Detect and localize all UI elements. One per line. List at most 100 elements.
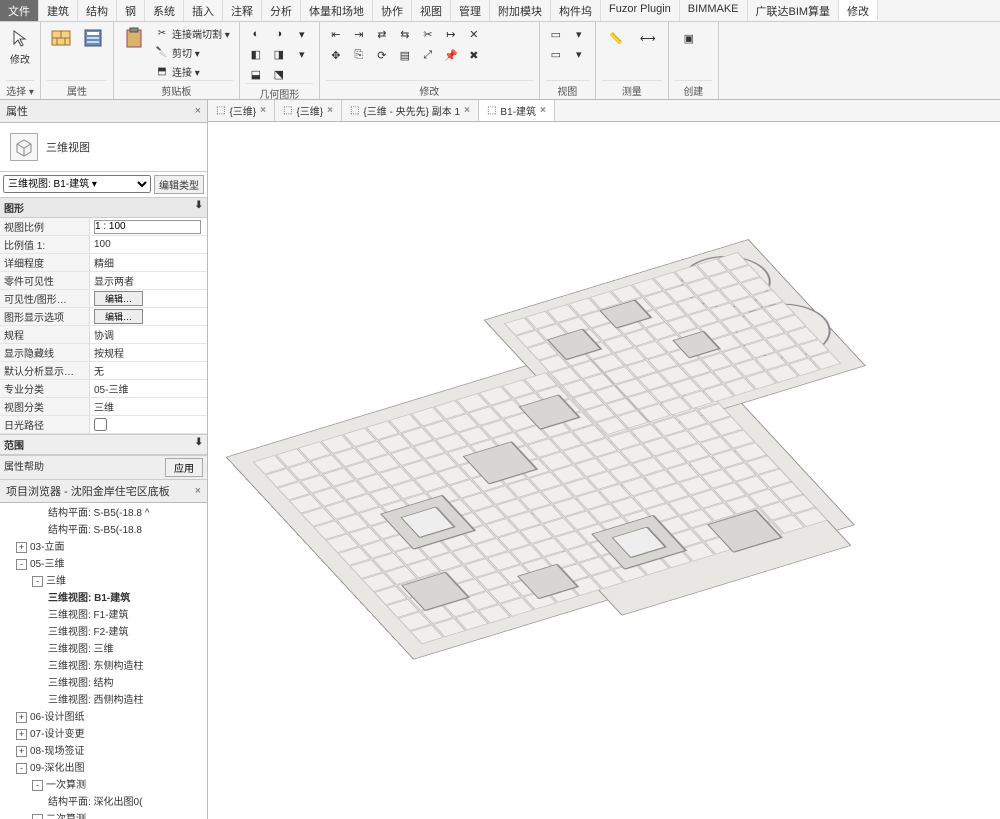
offset-button[interactable]: ⇥ (349, 25, 369, 43)
rotate-button[interactable]: ⟳ (372, 46, 392, 64)
tree-item[interactable]: 三维视图: B1-建筑 (0, 588, 207, 605)
geom-tool-4[interactable]: ◧ (246, 45, 266, 63)
paste-button[interactable] (120, 25, 148, 51)
cut-end-button[interactable]: ✂连接端切割 ▾ (152, 25, 233, 42)
ribbon-tab-6[interactable]: 注释 (223, 0, 262, 21)
model-canvas[interactable] (208, 122, 1000, 819)
tree-item[interactable]: 三维视图: 东侧构造柱 (0, 656, 207, 673)
ribbon-tab-7[interactable]: 分析 (262, 0, 301, 21)
ribbon-tab-0[interactable]: 文件 (0, 0, 39, 21)
trim-button[interactable]: ✂ (418, 25, 438, 43)
tree-item[interactable]: 三维视图: 结构 (0, 673, 207, 690)
ribbon-tab-14[interactable]: Fuzor Plugin (601, 0, 680, 21)
tree-item[interactable]: +07-设计变更 (0, 724, 207, 741)
tree-item[interactable]: 三维视图: 三维 (0, 639, 207, 656)
prop-value[interactable] (90, 418, 207, 431)
geom-tool-7[interactable]: ⬓ (246, 65, 266, 83)
close-icon[interactable]: × (260, 105, 266, 116)
geom-tool-1[interactable]: ◐ (246, 25, 266, 43)
ribbon-tab-11[interactable]: 管理 (451, 0, 490, 21)
tree-item[interactable]: -三维 (0, 571, 207, 588)
prop-value[interactable]: 100 (90, 239, 207, 250)
extend-button[interactable]: ↦ (441, 25, 461, 43)
mirror-draw-button[interactable]: ⇆ (395, 25, 415, 43)
tree-item[interactable]: 结构平面: 深化出图0( (0, 792, 207, 809)
prop-value[interactable]: 精细 (90, 255, 207, 270)
collapse-icon[interactable]: - (16, 559, 27, 570)
expand-icon[interactable]: + (16, 746, 27, 757)
delete-button[interactable]: ✖ (464, 46, 484, 64)
expand-icon[interactable]: + (16, 542, 27, 553)
view-tool-2[interactable]: ▾ (569, 25, 589, 43)
ribbon-tab-4[interactable]: 系统 (145, 0, 184, 21)
prop-value[interactable]: 协调 (90, 327, 207, 342)
collapse-icon[interactable]: - (32, 780, 43, 791)
close-icon[interactable]: × (195, 485, 201, 497)
ribbon-tab-2[interactable]: 结构 (78, 0, 117, 21)
collapse-icon[interactable]: - (32, 576, 43, 587)
tree-item[interactable]: -05-三维 (0, 554, 207, 571)
prop-value[interactable]: 编辑… (90, 291, 207, 306)
tree-item[interactable]: -09-深化出图 (0, 758, 207, 775)
prop-value[interactable]: 编辑… (90, 309, 207, 324)
prop-value[interactable]: 无 (90, 363, 207, 378)
tree-item[interactable]: +06-设计图纸 (0, 707, 207, 724)
tree-item[interactable]: 结构平面: S-B5(-18.8 ^ (0, 503, 207, 520)
tree-item[interactable]: 三维视图: F2-建筑 (0, 622, 207, 639)
prop-value[interactable] (90, 220, 207, 234)
view-tab-2[interactable]: ⬚{三维 - 央先先} 副本 1× (342, 100, 479, 121)
close-icon[interactable]: × (540, 105, 546, 116)
ribbon-tab-10[interactable]: 视图 (412, 0, 451, 21)
ribbon-tab-9[interactable]: 协作 (373, 0, 412, 21)
close-icon[interactable]: × (327, 105, 333, 116)
ribbon-tab-16[interactable]: 广联达BIM算量 (748, 0, 840, 21)
prop-value[interactable]: 按规程 (90, 345, 207, 360)
ribbon-tab-15[interactable]: BIMMAKE (680, 0, 748, 21)
expand-icon[interactable]: + (16, 712, 27, 723)
geom-tool-8[interactable]: ⬔ (269, 65, 289, 83)
type-properties-button[interactable] (79, 25, 107, 51)
scale-button[interactable]: ⤢ (418, 46, 438, 64)
create-button[interactable]: ▣ (675, 25, 703, 51)
prop-section-graphics[interactable]: 图形⬇ (0, 198, 207, 218)
view-tab-3[interactable]: ⬚B1-建筑× (479, 100, 555, 121)
collapse-icon[interactable]: - (16, 763, 27, 774)
geom-tool-2[interactable]: ◑ (269, 25, 289, 43)
prop-input[interactable] (94, 220, 201, 234)
prop-edit-button[interactable]: 编辑… (94, 291, 143, 306)
collapse-icon[interactable]: - (32, 814, 43, 819)
geom-tool-5[interactable]: ◨ (269, 45, 289, 63)
move-button[interactable]: ✥ (326, 46, 346, 64)
align-button[interactable]: ⇤ (326, 25, 346, 43)
join-button[interactable]: ⬒连接 ▾ (152, 63, 233, 80)
prop-checkbox[interactable] (94, 418, 107, 431)
tree-item[interactable]: 三维视图: 西侧构造柱 (0, 690, 207, 707)
tree-item[interactable]: 三维视图: F1-建筑 (0, 605, 207, 622)
view-tool-1[interactable]: ▭ (546, 25, 566, 43)
ribbon-tab-1[interactable]: 建筑 (39, 0, 78, 21)
prop-section-extent[interactable]: 范围⬇ (0, 434, 207, 455)
close-icon[interactable]: × (195, 105, 201, 117)
split-button[interactable]: ✕ (464, 25, 484, 43)
close-icon[interactable]: × (464, 105, 470, 116)
ribbon-tab-12[interactable]: 附加模块 (490, 0, 551, 21)
prop-value[interactable]: 05-三维 (90, 381, 207, 396)
properties-button[interactable] (47, 25, 75, 51)
tree-item[interactable]: -二次算测 (0, 809, 207, 819)
ribbon-tab-13[interactable]: 构件坞 (551, 0, 601, 21)
edit-type-button[interactable]: 编辑类型 (154, 175, 204, 194)
instance-filter[interactable]: 三维视图: B1-建筑 ▾ (3, 175, 151, 193)
measure-button[interactable]: 📏 (602, 25, 630, 51)
tree-item[interactable]: 结构平面: S-B5(-18.8 (0, 520, 207, 537)
view-tab-0[interactable]: ⬚{三维}× (208, 100, 275, 121)
cut-button[interactable]: 🔪剪切 ▾ (152, 44, 233, 61)
view-tool-3[interactable]: ▭ (546, 45, 566, 63)
ribbon-tab-3[interactable]: 钢 (117, 0, 145, 21)
prop-value[interactable]: 显示两者 (90, 273, 207, 288)
array-button[interactable]: ▤ (395, 46, 415, 64)
ribbon-tab-8[interactable]: 体量和场地 (301, 0, 373, 21)
expand-icon[interactable]: + (16, 729, 27, 740)
view-tool-4[interactable]: ▾ (569, 45, 589, 63)
tree-item[interactable]: +03-立面 (0, 537, 207, 554)
copy-button[interactable]: ⎘ (349, 46, 369, 64)
